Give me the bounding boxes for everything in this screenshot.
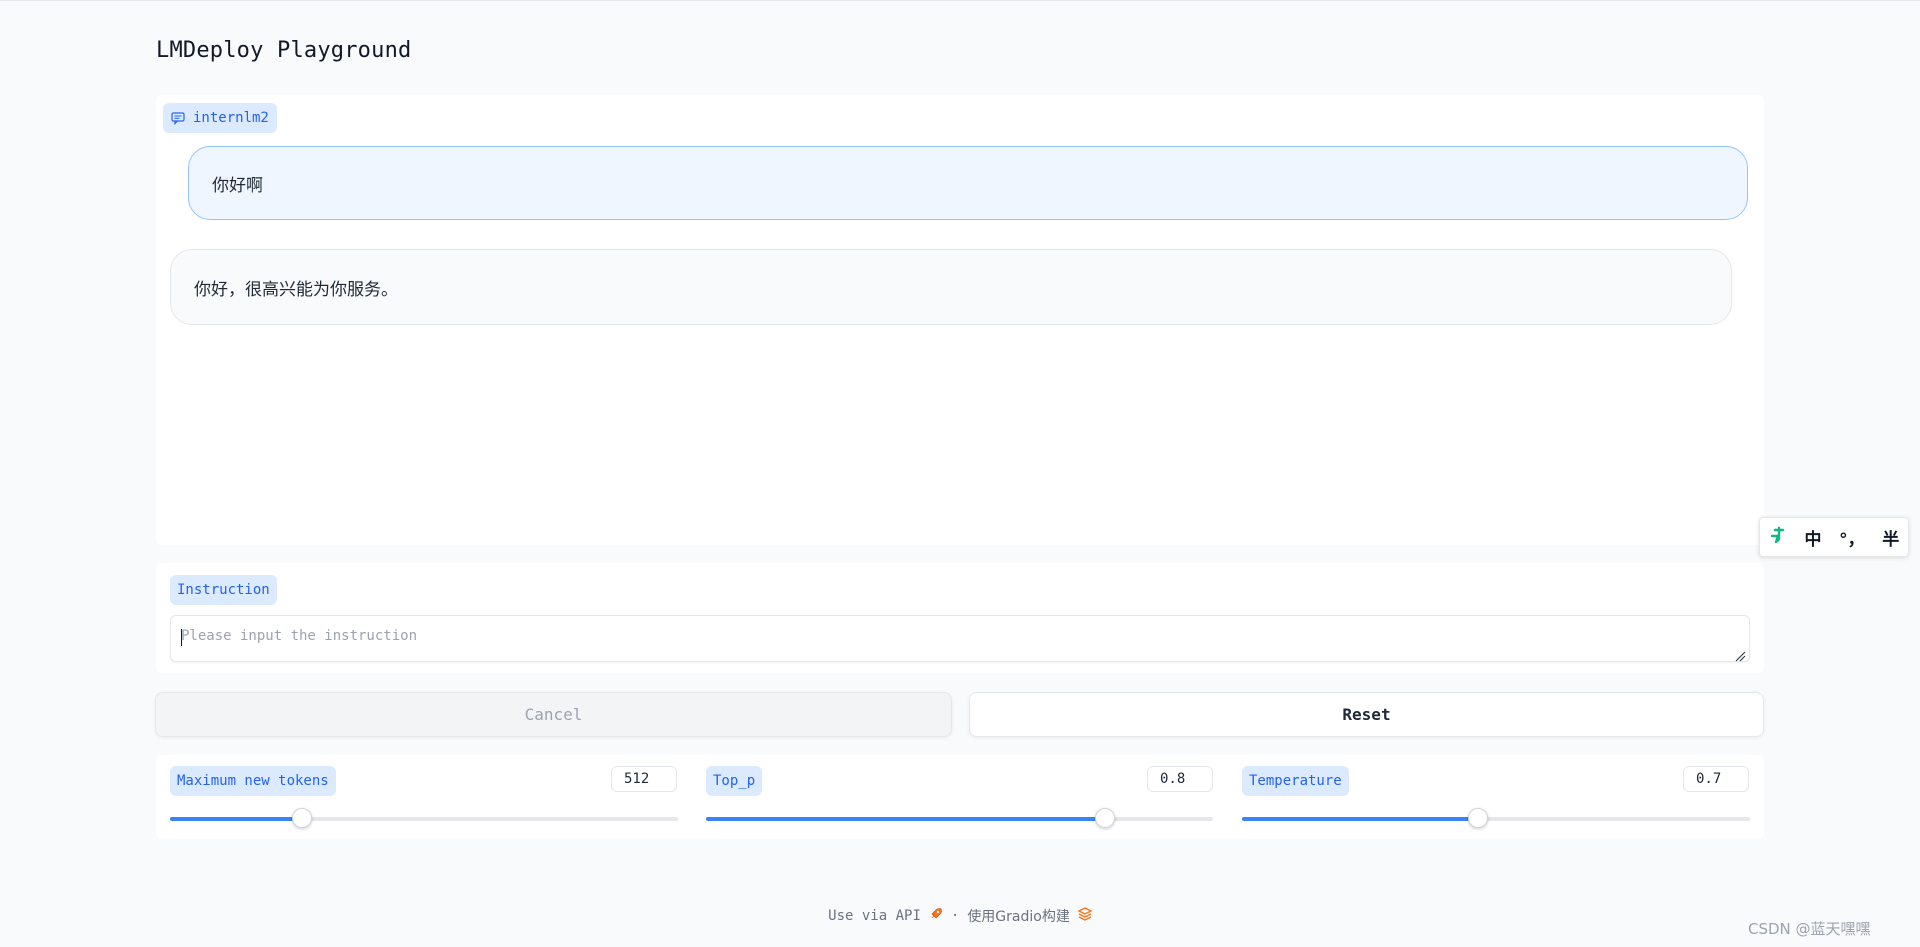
footer-separator: · — [950, 908, 960, 924]
footer: Use via API · 使用Gradio构建 — [0, 906, 1920, 926]
slider-label: Maximum new tokens — [170, 766, 336, 796]
text-caret — [181, 629, 182, 646]
chatbot-label-text: internlm2 — [193, 110, 269, 126]
slider-number-input[interactable]: 0.7 — [1683, 766, 1749, 792]
instruction-input[interactable] — [170, 615, 1750, 662]
slider-label: Temperature — [1242, 766, 1349, 796]
ime-toolbar: 中 °， 半 — [1759, 517, 1909, 557]
slider-label: Top_p — [706, 766, 763, 796]
resize-handle-icon[interactable] — [1734, 650, 1746, 662]
ime-mode-toggle[interactable]: 中 — [1804, 525, 1821, 550]
ime-logo-icon[interactable] — [1769, 526, 1787, 549]
use-via-api-link[interactable]: Use via API — [828, 908, 921, 924]
top-divider — [0, 0, 1920, 1]
slider-track[interactable] — [170, 808, 678, 828]
slider-fill — [1242, 817, 1479, 821]
chatbot-label: internlm2 — [163, 103, 277, 133]
gradio-logo-icon — [1077, 907, 1093, 925]
ime-width-toggle[interactable]: 半 — [1882, 525, 1899, 550]
assistant-message: 你好，很高兴能为你服务。 — [170, 249, 1732, 325]
slider-max-new-tokens: Maximum new tokens 512 — [156, 755, 692, 839]
slider-fill — [170, 817, 303, 821]
page-title: LMDeploy Playground — [156, 38, 412, 63]
chat-icon — [171, 111, 185, 125]
user-message: 你好啊 — [188, 146, 1748, 220]
cancel-button[interactable]: Cancel — [155, 692, 952, 737]
slider-track[interactable] — [1242, 808, 1750, 828]
slider-number-input[interactable]: 0.8 — [1147, 766, 1213, 792]
slider-thumb[interactable] — [1094, 808, 1115, 828]
slider-number-input[interactable]: 512 — [611, 766, 677, 792]
slider-top-p: Top_p 0.8 — [692, 755, 1228, 839]
slider-track[interactable] — [706, 808, 1213, 828]
watermark: CSDN @蓝天嘿嘿 — [1748, 920, 1871, 938]
ime-punct-toggle[interactable]: °， — [1839, 525, 1865, 550]
instruction-label: Instruction — [170, 575, 277, 605]
parameters-panel: Maximum new tokens 512 Top_p 0.8 Tempera… — [156, 755, 1764, 839]
reset-button[interactable]: Reset — [969, 692, 1764, 737]
slider-temperature: Temperature 0.7 — [1228, 755, 1764, 839]
rocket-icon — [929, 907, 943, 925]
chatbot-panel: internlm2 你好啊 你好，很高兴能为你服务。 — [156, 95, 1764, 545]
slider-thumb[interactable] — [1468, 808, 1489, 828]
instruction-panel: Instruction — [156, 563, 1764, 673]
slider-fill — [706, 817, 1105, 821]
slider-thumb[interactable] — [292, 808, 313, 828]
built-with-gradio-link[interactable]: 使用Gradio构建 — [967, 906, 1070, 926]
